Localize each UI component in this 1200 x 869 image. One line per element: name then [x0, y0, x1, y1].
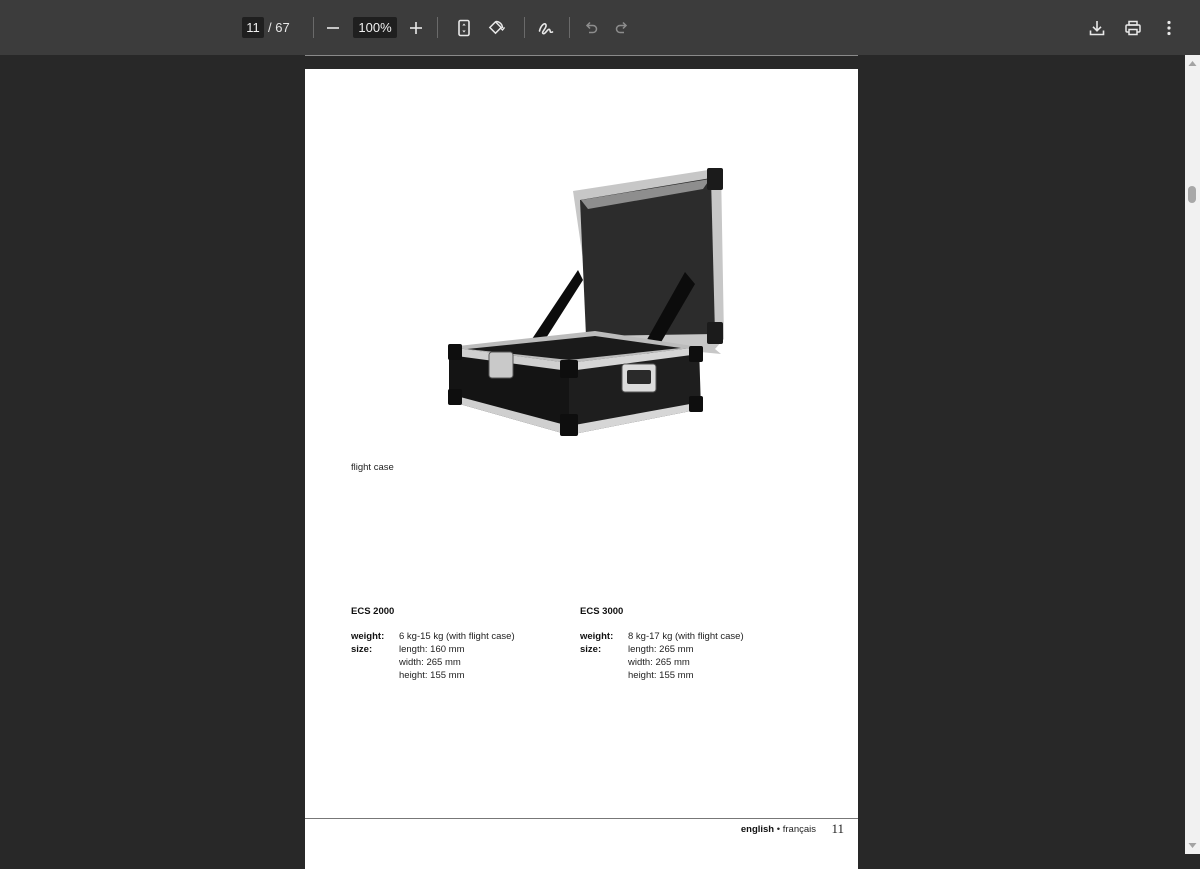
- pdf-toolbar: 11 / 67 100%: [0, 0, 1200, 55]
- width-value: width: 265 mm: [628, 657, 690, 668]
- footer-language-english: english: [740, 824, 775, 835]
- more-vert-icon: [1167, 20, 1171, 36]
- footer-language-french: • français: [774, 824, 816, 835]
- size-label: size:: [580, 644, 602, 655]
- length-value: length: 160 mm: [399, 644, 465, 655]
- width-value: width: 265 mm: [399, 657, 461, 668]
- toolbar-divider: [569, 17, 570, 38]
- redo-button[interactable]: [608, 14, 636, 42]
- zoom-input[interactable]: 100%: [353, 17, 397, 38]
- model-title: ECS 2000: [351, 606, 395, 617]
- toolbar-divider: [437, 17, 438, 38]
- pdf-page: flight case ECS 2000 weight: size: 6 kg-…: [305, 69, 858, 869]
- length-value: length: 265 mm: [628, 644, 694, 655]
- plus-icon: [410, 22, 422, 34]
- print-button[interactable]: [1119, 14, 1147, 42]
- toolbar-divider: [524, 17, 525, 38]
- size-label: size:: [351, 644, 373, 655]
- footer-rule: [305, 818, 858, 819]
- weight-value: 6 kg-15 kg (with flight case): [399, 631, 515, 642]
- page-number-input[interactable]: 11: [242, 17, 264, 38]
- redo-icon: [615, 21, 628, 34]
- rotate-icon: [488, 20, 505, 35]
- draw-button[interactable]: [532, 14, 560, 42]
- page-number: 11: [831, 821, 844, 836]
- scroll-down-arrow-icon[interactable]: [1188, 841, 1197, 850]
- flight-case-image: [448, 168, 724, 436]
- image-caption: flight case: [351, 462, 394, 473]
- vertical-scrollbar[interactable]: [1185, 55, 1200, 854]
- minus-icon: [327, 27, 339, 29]
- weight-value: 8 kg-17 kg (with flight case): [628, 631, 744, 642]
- fit-page-icon: [458, 19, 470, 37]
- draw-icon: [538, 23, 554, 35]
- previous-page-edge: [305, 55, 858, 56]
- more-options-button[interactable]: [1155, 14, 1183, 42]
- print-icon: [1125, 20, 1141, 36]
- height-value: height: 155 mm: [399, 670, 465, 681]
- scroll-thumb[interactable]: [1188, 186, 1196, 203]
- rotate-button[interactable]: [482, 14, 510, 42]
- download-button[interactable]: [1083, 14, 1111, 42]
- toolbar-divider: [313, 17, 314, 38]
- footer-language: english • français: [741, 824, 816, 835]
- fit-page-button[interactable]: [450, 14, 478, 42]
- model-title: ECS 3000: [580, 606, 624, 617]
- undo-icon: [585, 21, 598, 34]
- weight-label: weight:: [351, 631, 385, 642]
- zoom-out-button[interactable]: [319, 14, 347, 42]
- weight-label: weight:: [580, 631, 614, 642]
- height-value: height: 155 mm: [628, 670, 694, 681]
- zoom-in-button[interactable]: [402, 14, 430, 42]
- scroll-up-arrow-icon[interactable]: [1188, 59, 1197, 68]
- download-icon: [1089, 21, 1105, 36]
- undo-button[interactable]: [577, 14, 605, 42]
- page-total-label: / 67: [268, 20, 290, 35]
